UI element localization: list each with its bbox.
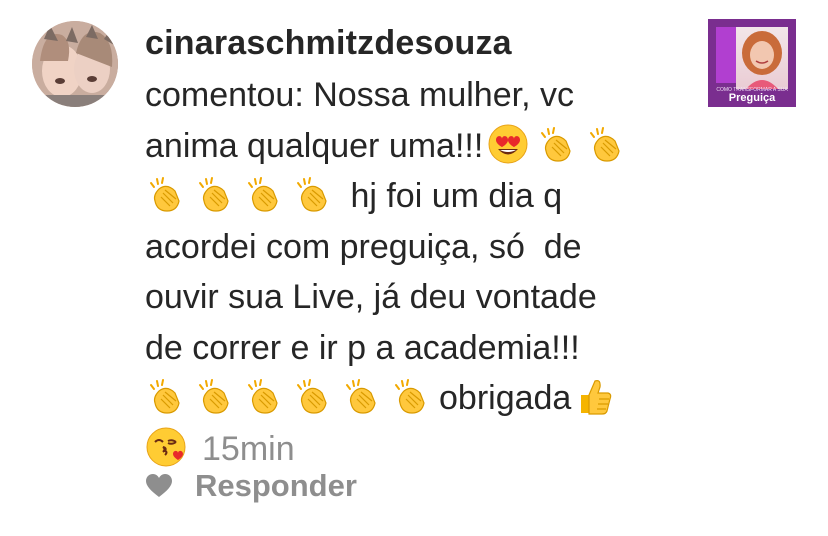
avatar-photo xyxy=(32,21,118,107)
reply-button[interactable]: Responder xyxy=(195,468,357,504)
comment-text-segment: acordei com preguiça, só de xyxy=(145,227,582,266)
clapping-hands-icon xyxy=(145,375,187,417)
comment-timestamp: 15min xyxy=(202,429,295,468)
clapping-hands-icon xyxy=(536,123,578,165)
comment-text-segment: ouvir sua Live, já deu vontade xyxy=(145,278,597,316)
clapping-hands-icon xyxy=(194,173,236,215)
clapping-hands-icon xyxy=(243,375,285,417)
comment-username[interactable]: cinaraschmitzdesouza xyxy=(145,24,512,63)
thumbnail-title: Preguiça xyxy=(728,92,776,104)
face-blowing-kiss-icon xyxy=(145,426,187,468)
clapping-hands-icon xyxy=(341,375,383,417)
clapping-hands-icon xyxy=(292,173,334,215)
comment-line: hj foi um dia q xyxy=(145,171,685,222)
thumbnail-photo xyxy=(736,27,788,89)
smiling-face-with-heart-eyes-icon xyxy=(487,123,529,165)
comment-line: de correr e ir p a academia!!! xyxy=(145,323,685,374)
comment-text-segment: obrigada xyxy=(439,379,572,417)
comment-text-segment: de correr e ir p a academia!!! xyxy=(145,328,580,367)
clapping-hands-icon xyxy=(145,173,187,215)
thumbs-up-icon xyxy=(573,375,615,417)
comment-text: comentou: Nossa mulher, vc anima qualque… xyxy=(145,70,685,474)
thumbnail-accent-bar xyxy=(716,27,736,83)
comment-line: obrigada xyxy=(145,373,685,424)
comment-text-segment: anima qualquer uma!!! xyxy=(145,126,484,165)
comment-line: comentou: Nossa mulher, vc xyxy=(145,70,685,121)
heart-icon[interactable] xyxy=(145,473,173,499)
avatar[interactable] xyxy=(32,21,118,107)
post-thumbnail[interactable]: COMO TRANSFORMAR A SUA Preguiça xyxy=(708,19,796,107)
comment-text-segment: hj foi um dia q xyxy=(350,177,563,215)
clapping-hands-icon xyxy=(243,173,285,215)
comment-line: ouvir sua Live, já deu vontade xyxy=(145,272,685,323)
clapping-hands-icon xyxy=(194,375,236,417)
clapping-hands-icon xyxy=(585,123,627,165)
clapping-hands-icon xyxy=(292,375,334,417)
clapping-hands-icon xyxy=(390,375,432,417)
comment-text-segment: comentou: Nossa mulher, vc xyxy=(145,76,574,114)
comment-line: acordei com preguiça, só de xyxy=(145,222,685,273)
comment-actions: Responder xyxy=(145,466,357,506)
comment-line: anima qualquer uma!!! xyxy=(145,121,685,172)
